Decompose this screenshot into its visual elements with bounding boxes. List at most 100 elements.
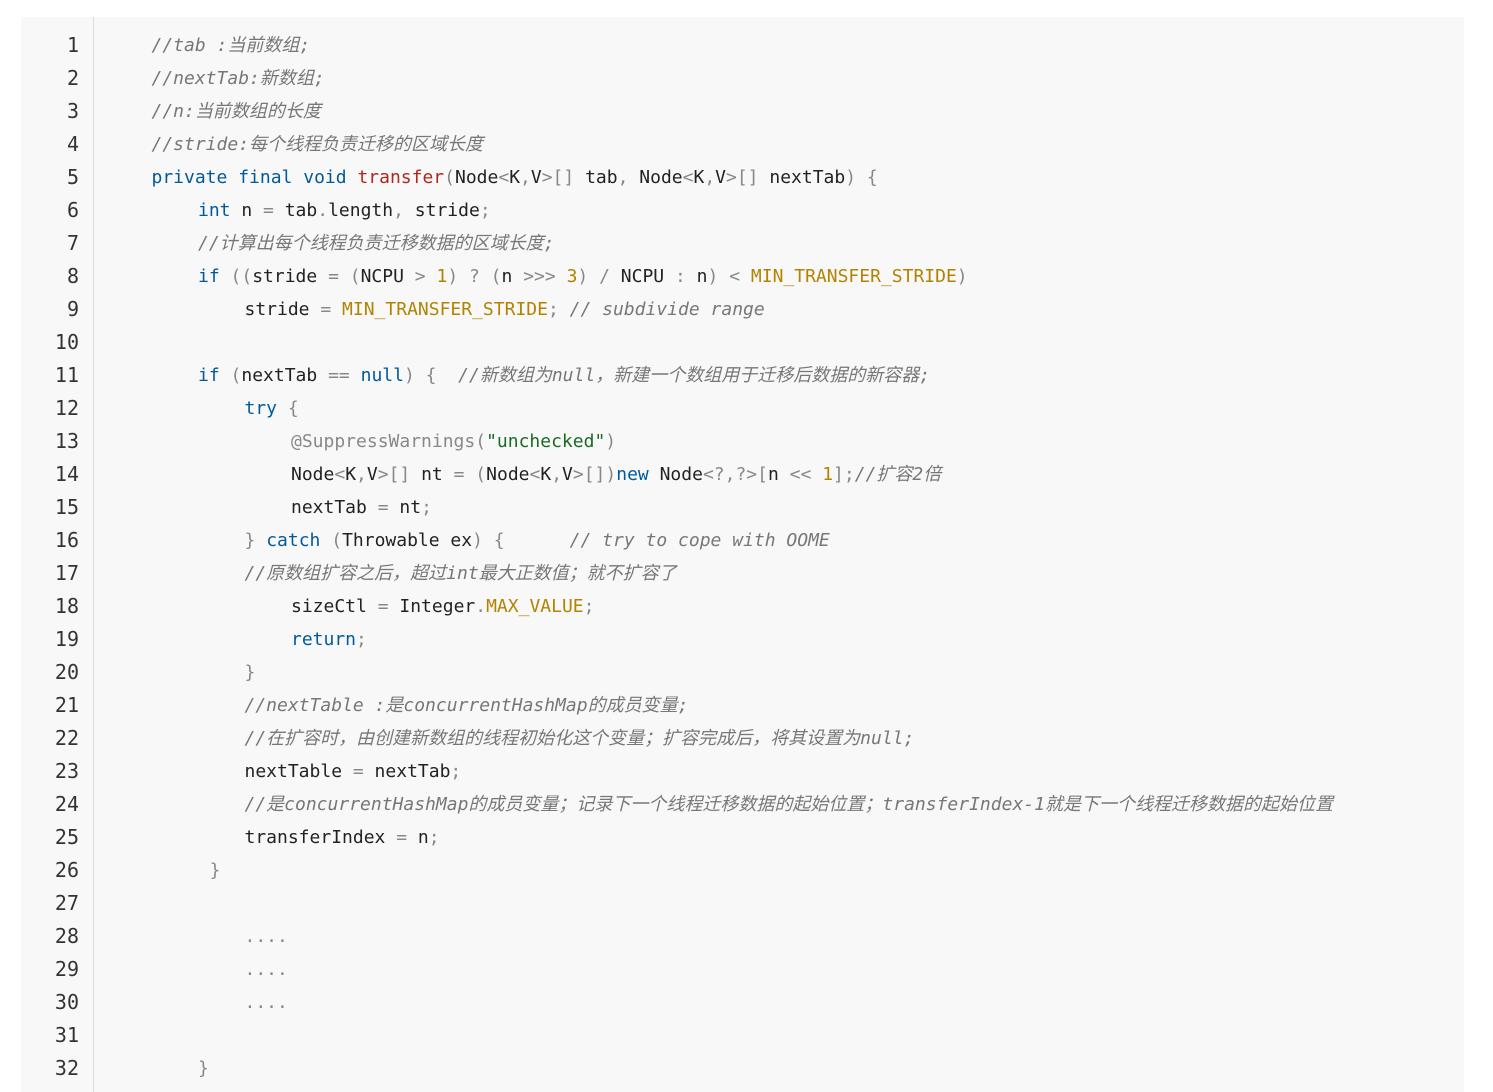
code-token: nextTable [244, 761, 353, 782]
code-token: new [616, 464, 649, 485]
code-token: , [704, 167, 716, 188]
code-token: } [244, 662, 256, 683]
line-number: 18 [54, 594, 79, 618]
line-number: 28 [54, 924, 79, 948]
code-token: MAX_VALUE [486, 596, 584, 617]
code-token: stride [244, 299, 321, 320]
line-number-gutter: 1 2 3 4 5 6 7 8 9 10 11 12 13 14 15 16 17 18 19 20 21 22 23 24 2… [21, 17, 94, 1092]
code-line: } [198, 1052, 209, 1085]
code-line: if ((stride = (NCPU > 1) ? (n >>> 3) / N… [198, 260, 968, 293]
code-token: ( [219, 365, 242, 386]
code-token: } [198, 1058, 209, 1079]
code-token: < [498, 167, 510, 188]
code-token: length [328, 200, 394, 221]
code-token: .... [244, 926, 288, 947]
code-token: ) { [845, 167, 878, 188]
code-token: ( [475, 431, 487, 452]
code-token: n [407, 827, 429, 848]
code-token: if [198, 365, 220, 386]
code-line: return; [291, 623, 367, 656]
code-token: void [303, 167, 347, 188]
line-number: 14 [54, 462, 79, 486]
code-token: nextTab [758, 167, 846, 188]
code-line: Node<K,V>[] nt = (Node<K,V>[])new Node<?… [291, 458, 941, 491]
code-token: //新数组为null，新建一个数组用于迁移后数据的新容器; [458, 365, 931, 386]
code-content: //tab :当前数组; //nextTab:新数组; //n:当前数组的长度 //s… [105, 17, 1464, 1092]
code-token: ; [450, 761, 462, 782]
code-token: <?,?>[ [702, 464, 768, 485]
code-token: , [520, 167, 531, 188]
code-line: .... [245, 920, 288, 953]
code-token: n [230, 200, 264, 221]
code-token: Node [486, 464, 530, 485]
code-line: if (nextTab == null) { //新数组为null，新建一个数组… [198, 359, 930, 392]
code-token: ( [320, 530, 343, 551]
code-token: << [789, 464, 812, 485]
code-token: Node [648, 464, 703, 485]
code-token: ; [547, 299, 559, 320]
code-token: null [360, 365, 404, 386]
code-token: ]; [833, 464, 855, 485]
line-number: 23 [54, 759, 79, 783]
code-token: @SuppressWarnings [291, 431, 476, 452]
code-token: ( [479, 266, 502, 287]
code-token: , [551, 464, 563, 485]
code-token: V [562, 464, 573, 485]
code-token: Node [454, 167, 499, 188]
line-number: 32 [54, 1056, 79, 1080]
code-token: stride [403, 200, 480, 221]
code-line: //n:当前数组的长度 [152, 95, 321, 128]
code-token: .... [244, 992, 288, 1013]
line-number: 20 [54, 660, 79, 684]
code-token: Integer [388, 596, 476, 617]
code-token: nt [410, 464, 454, 485]
code-token: ; [479, 200, 491, 221]
code-token: Throwable ex [342, 530, 473, 551]
code-token: >[]) [572, 464, 617, 485]
line-number: 26 [54, 858, 79, 882]
line-number: 15 [54, 495, 79, 519]
line-number: 13 [54, 429, 79, 453]
code-token: Node [291, 464, 335, 485]
code-token: ( [444, 167, 455, 188]
code-token: > [414, 266, 426, 287]
code-line: //nextTab:新数组; [152, 62, 325, 95]
code-token: try [244, 398, 278, 419]
code-token: . [317, 200, 329, 221]
code-line: //tab :当前数组; [152, 29, 311, 62]
code-token: K [540, 464, 552, 485]
line-number: 16 [54, 528, 79, 552]
code-token: //stride:每个线程负责迁移的区域长度 [151, 134, 484, 155]
code-token: >>> [523, 266, 556, 287]
code-line: //原数组扩容之后，超过int最大正数值；就不扩容了 [245, 557, 677, 590]
code-line: nextTab = nt; [291, 491, 432, 524]
code-token: nt [388, 497, 422, 518]
line-number: 27 [54, 891, 79, 915]
code-token: //nextTable :是concurrentHashMap的成员变量; [244, 695, 689, 716]
code-token: (( [219, 266, 253, 287]
code-token: = [377, 596, 389, 617]
code-token: V [715, 167, 726, 188]
code-token: transfer [357, 167, 445, 188]
code-token: n [685, 266, 708, 287]
line-number: 31 [54, 1023, 79, 1047]
code-token: < [682, 167, 694, 188]
code-token: < [729, 266, 741, 287]
line-number: 9 [66, 297, 79, 321]
line-number: 12 [54, 396, 79, 420]
code-token: //扩容2倍 [854, 464, 942, 485]
code-line: .... [245, 986, 288, 1019]
code-token: = [352, 761, 364, 782]
code-token: transferIndex [244, 827, 397, 848]
code-token: = [263, 200, 274, 221]
line-number: 24 [54, 792, 79, 816]
